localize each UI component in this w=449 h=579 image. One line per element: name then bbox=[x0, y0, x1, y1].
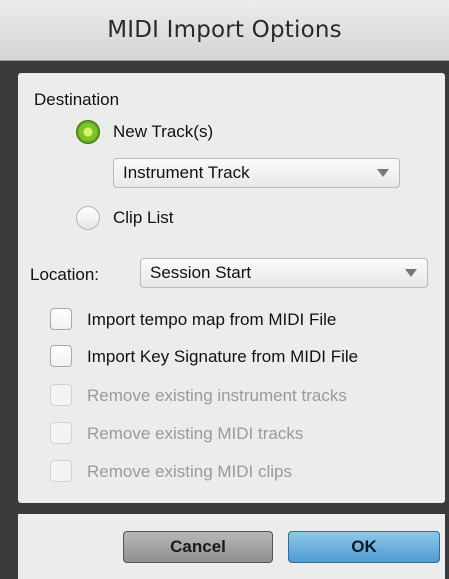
import-tempo-checkbox[interactable] bbox=[50, 308, 72, 330]
cancel-button[interactable]: Cancel bbox=[123, 531, 273, 563]
midi-import-dialog: MIDI Import Options Destination New Trac… bbox=[0, 0, 449, 579]
location-select[interactable]: Session Start bbox=[140, 258, 428, 288]
remove-instrument-checkbox bbox=[50, 384, 72, 406]
dialog-title: MIDI Import Options bbox=[107, 17, 342, 43]
location-value: Session Start bbox=[150, 263, 252, 282]
chevron-down-icon bbox=[377, 169, 389, 177]
remove-midi-tracks-label: Remove existing MIDI tracks bbox=[87, 424, 304, 443]
track-type-value: Instrument Track bbox=[123, 163, 250, 182]
chevron-down-icon bbox=[405, 269, 417, 277]
track-type-select[interactable]: Instrument Track bbox=[113, 158, 400, 188]
remove-midi-tracks-checkbox bbox=[50, 422, 72, 444]
import-tempo-label[interactable]: Import tempo map from MIDI File bbox=[87, 310, 336, 330]
options-panel: Destination New Track(s) Instrument Trac… bbox=[18, 73, 445, 503]
remove-instrument-label: Remove existing instrument tracks bbox=[87, 386, 347, 405]
location-label: Location: bbox=[30, 265, 99, 284]
remove-midi-clips-label: Remove existing MIDI clips bbox=[87, 462, 293, 481]
ok-button[interactable]: OK bbox=[288, 531, 440, 563]
new-tracks-label[interactable]: New Track(s) bbox=[113, 122, 213, 142]
destination-heading: Destination bbox=[34, 90, 120, 109]
title-bar[interactable]: MIDI Import Options bbox=[0, 0, 449, 61]
clip-list-label[interactable]: Clip List bbox=[113, 208, 173, 228]
button-bar: Cancel OK bbox=[18, 514, 445, 579]
remove-midi-clips-checkbox bbox=[50, 460, 72, 482]
import-key-label[interactable]: Import Key Signature from MIDI File bbox=[87, 347, 358, 367]
import-key-checkbox[interactable] bbox=[50, 345, 72, 367]
clip-list-radio[interactable] bbox=[76, 206, 100, 230]
new-tracks-radio[interactable] bbox=[76, 120, 100, 144]
